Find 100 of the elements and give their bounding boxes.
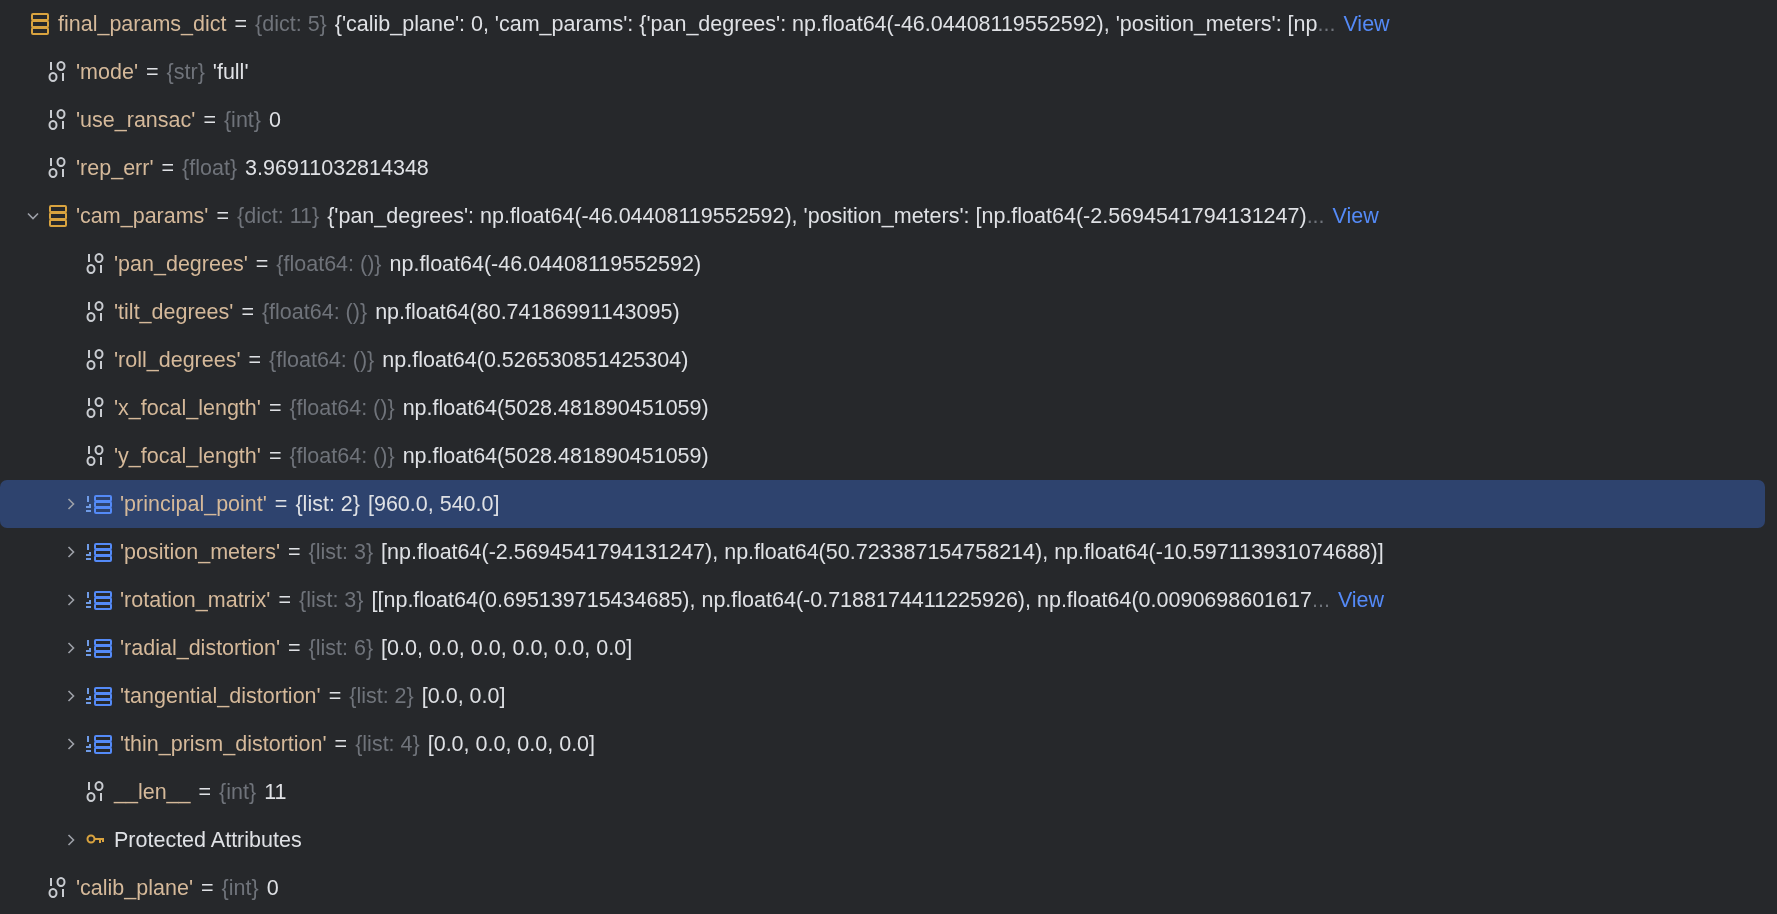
tree-row[interactable]: 'roll_degrees' = {float64: ()} np.float64(0.526530851425304) (0, 336, 1765, 384)
variable-name: 'y_focal_length' (114, 442, 261, 470)
type-label: {list: 2} (295, 490, 360, 518)
ellipsis: ... (1317, 10, 1336, 38)
variable-value: 11 (264, 778, 287, 806)
variable-name: 'tilt_degrees' (114, 298, 234, 326)
equals-sign: = (203, 106, 216, 134)
tree-row[interactable]: 'use_ransac' = {int} 0 (0, 96, 1765, 144)
list-icon (86, 494, 112, 514)
list-icon (86, 638, 112, 658)
variable-name: 'mode' (76, 58, 138, 86)
variable-value: 0 (266, 874, 279, 902)
variable-value: {'pan_degrees': np.float64(-46.04408119552592), 'position_meters': [np.float64(-2.5694541794131247) (327, 202, 1307, 230)
variable-value: [960.0, 540.0] (367, 490, 500, 518)
binary-icon (48, 109, 68, 131)
binary-icon (48, 61, 68, 83)
variable-name: 'rep_err' (76, 154, 154, 182)
variable-value: [0.0, 0.0, 0.0, 0.0, 0.0, 0.0] (381, 634, 633, 662)
equals-sign: = (234, 10, 248, 38)
list-icon (86, 734, 112, 754)
equals-sign: = (248, 346, 262, 374)
equals-sign: = (274, 490, 288, 518)
equals-sign: = (161, 154, 175, 182)
tree-row[interactable]: 'radial_distortion' = {list: 6} [0.0, 0.0, 0.0, 0.0, 0.0, 0.0] (0, 624, 1765, 672)
variable-value: np.float64(5028.481890451059) (402, 394, 709, 422)
equals-sign: = (328, 682, 342, 710)
equals-sign: = (198, 778, 212, 806)
tree-row[interactable]: 'x_focal_length' = {float64: ()} np.float64(5028.481890451059) (0, 384, 1765, 432)
type-label: {list: 4} (355, 730, 420, 758)
variable-value: [np.float64(-2.5694541794131247), np.float64(50.723387154758214), np.float64(-10.597113931074688)] (381, 538, 1384, 566)
tree-row[interactable]: 'y_focal_length' = {float64: ()} np.float64(5028.481890451059) (0, 432, 1765, 480)
variable-name: 'use_ransac' (76, 106, 196, 134)
selected-tree-row[interactable]: 'principal_point' = {list: 2} [960.0, 540.0] (0, 480, 1765, 528)
variable-name: 'thin_prism_distortion' (120, 730, 327, 758)
type-label: {dict: 11} (237, 202, 320, 230)
tree-row[interactable]: final_params_dict = {dict: 5} {'calib_plane': 0, 'cam_params': {'pan_degrees': np.float64(-46.04408119552592), 'position_meters': [np... View (0, 0, 1765, 48)
type-label: {float} (182, 154, 238, 182)
type-label: {float64: ()} (269, 346, 375, 374)
type-label: {int} (223, 106, 261, 134)
type-label: {list: 2} (349, 682, 414, 710)
binary-icon (86, 781, 106, 803)
equals-sign: = (268, 442, 282, 470)
dictionary-icon (48, 204, 68, 228)
view-link[interactable]: View (1343, 7, 1390, 41)
tree-row[interactable]: 'mode' = {str} 'full' (0, 48, 1765, 96)
tree-row[interactable]: 'rep_err' = {float} 3.96911032814348 (0, 144, 1765, 192)
tree-row[interactable]: __len__ = {int} 11 (0, 768, 1765, 816)
tree-row[interactable]: Protected Attributes (0, 816, 1765, 864)
binary-icon (86, 349, 106, 371)
binary-icon (86, 301, 106, 323)
binary-icon (48, 157, 68, 179)
ellipsis: ... (1306, 202, 1325, 230)
group-label: Protected Attributes (114, 826, 302, 854)
variable-value: np.float64(80.74186991143095) (375, 298, 680, 326)
type-label: {int} (221, 874, 259, 902)
variable-name: 'x_focal_length' (114, 394, 261, 422)
type-label: {list: 6} (308, 634, 374, 662)
variable-value: [0.0, 0.0] (421, 682, 506, 710)
type-label: {dict: 5} (255, 10, 327, 38)
variable-value: 'full' (212, 58, 249, 86)
tree-row[interactable]: 'tilt_degrees' = {float64: ()} np.float64(80.74186991143095) (0, 288, 1765, 336)
variable-value: [0.0, 0.0, 0.0, 0.0] (427, 730, 596, 758)
equals-sign: = (241, 298, 254, 326)
binary-icon (86, 445, 106, 467)
dictionary-icon (30, 12, 50, 36)
tree-row[interactable]: 'thin_prism_distortion' = {list: 4} [0.0, 0.0, 0.0, 0.0] (0, 720, 1765, 768)
variable-value: np.float64(-46.04408119552592) (389, 250, 702, 278)
list-icon (86, 590, 112, 610)
variable-name: 'roll_degrees' (114, 346, 241, 374)
equals-sign: = (288, 538, 301, 566)
variable-name: 'cam_params' (76, 202, 209, 230)
variable-name: 'position_meters' (120, 538, 280, 566)
ellipsis: ... (1311, 586, 1330, 614)
variable-value: {'calib_plane': 0, 'cam_params': {'pan_degrees': np.float64(-46.04408119552592), 'position_meters': [np (334, 10, 1318, 38)
tree-row[interactable]: 'calib_plane' = {int} 0 (0, 864, 1765, 912)
variable-name: 'tangential_distortion' (120, 682, 321, 710)
type-label: {str} (166, 58, 205, 86)
equals-sign: = (288, 634, 301, 662)
equals-sign: = (334, 730, 348, 758)
tree-row[interactable]: 'position_meters' = {list: 3} [np.float64(-2.5694541794131247), np.float64(50.723387154758214), np.float64(-10.597113931074688)] (0, 528, 1765, 576)
list-icon (86, 542, 112, 562)
variable-value: np.float64(5028.481890451059) (402, 442, 709, 470)
variable-value: np.float64(0.526530851425304) (382, 346, 689, 374)
variable-name: 'calib_plane' (76, 874, 193, 902)
view-link[interactable]: View (1337, 583, 1385, 617)
view-link[interactable]: View (1332, 199, 1379, 233)
variable-name: 'principal_point' (120, 490, 267, 518)
binary-icon (48, 877, 68, 899)
variable-value: 0 (269, 106, 281, 134)
tree-row[interactable]: 'pan_degrees' = {float64: ()} np.float64(-46.04408119552592) (0, 240, 1765, 288)
equals-sign: = (201, 874, 214, 902)
variable-name: 'rotation_matrix' (120, 586, 271, 614)
equals-sign: = (278, 586, 291, 614)
variable-name: 'radial_distortion' (120, 634, 280, 662)
tree-row[interactable]: 'cam_params' = {dict: 11} {'pan_degrees': np.float64(-46.04408119552592), 'position_meters': [np.float64(-2.5694541794131247)... View (0, 192, 1765, 240)
list-icon (86, 686, 112, 706)
tree-row[interactable]: 'rotation_matrix' = {list: 3} [[np.float64(0.695139715434685), np.float64(-0.7188174411225926), np.float64(0.0090698601617... View (0, 576, 1765, 624)
tree-row[interactable]: 'tangential_distortion' = {list: 2} [0.0, 0.0] (0, 672, 1765, 720)
type-label: {float64: ()} (276, 250, 382, 278)
equals-sign: = (146, 58, 159, 86)
